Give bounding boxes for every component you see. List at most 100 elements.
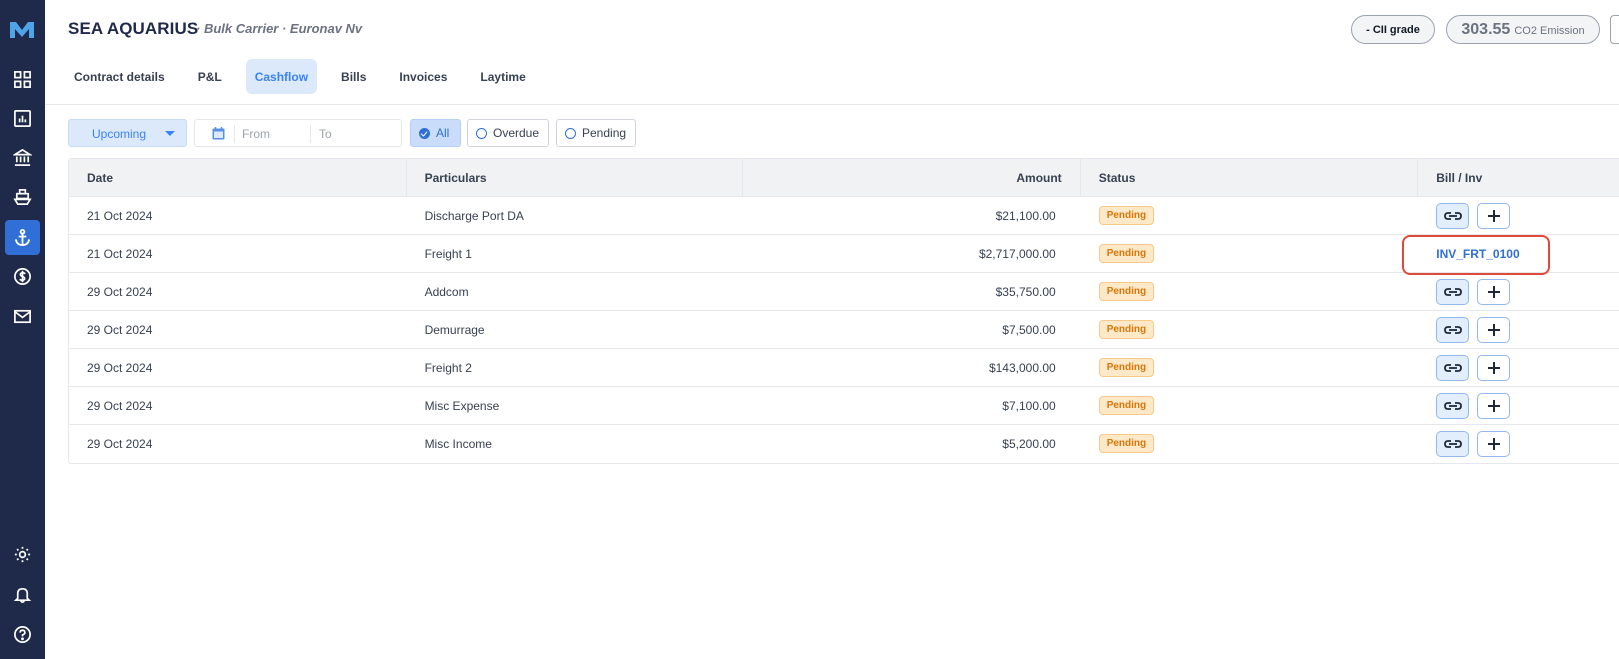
co2-value: 303.55 bbox=[1461, 20, 1511, 38]
link-bill-button[interactable] bbox=[1436, 430, 1470, 457]
plus-icon bbox=[1487, 209, 1500, 222]
cell-status: Pending bbox=[1081, 311, 1419, 348]
column-header-date: Date bbox=[69, 159, 407, 197]
table-row[interactable]: 29 Oct 2024 Addcom $35,750.00 Pending bbox=[69, 273, 1619, 311]
column-header-particulars: Particulars bbox=[407, 159, 744, 197]
table-row[interactable]: 29 Oct 2024 Demurrage $7,500.00 Pending bbox=[69, 311, 1619, 349]
link-bill-button[interactable] bbox=[1436, 278, 1470, 305]
chevron-down-icon bbox=[165, 131, 175, 136]
sidebar-item-finance[interactable] bbox=[5, 259, 40, 294]
table-row[interactable]: 29 Oct 2024 Misc Expense $7,100.00 Pendi… bbox=[69, 387, 1619, 425]
sidebar bbox=[0, 0, 45, 659]
tab-contract-details[interactable]: Contract details bbox=[65, 59, 174, 94]
bill-inv-cell bbox=[1418, 387, 1619, 424]
link-icon bbox=[1443, 325, 1462, 334]
cell-amount: $143,000.00 bbox=[988, 360, 1056, 375]
cell-amount: $21,100.00 bbox=[995, 208, 1056, 223]
calendar-icon[interactable] bbox=[212, 127, 225, 140]
status-badge: Pending bbox=[1098, 244, 1155, 263]
plus-icon bbox=[1487, 399, 1500, 412]
sidebar-item-reports[interactable] bbox=[5, 101, 40, 136]
cii-grade-badge[interactable]: - CII grade bbox=[1351, 15, 1435, 44]
add-bill-button[interactable] bbox=[1477, 202, 1511, 229]
period-select[interactable]: Upcoming bbox=[68, 119, 187, 147]
status-badge: Pending bbox=[1098, 396, 1155, 415]
tab-cashflow[interactable]: Cashflow bbox=[245, 59, 318, 94]
bill-inv-cell bbox=[1418, 349, 1619, 386]
cell-date: 29 Oct 2024 bbox=[87, 322, 153, 337]
date-from-input[interactable]: From bbox=[242, 127, 270, 141]
cashflow-table: Date Particulars Amount Status Bill / In… bbox=[68, 158, 1619, 464]
cell-status: Pending bbox=[1081, 387, 1419, 424]
cell-amount: $2,717,000.00 bbox=[978, 246, 1056, 261]
co2-emission-badge[interactable]: 303.55 CO2 Emission bbox=[1446, 15, 1600, 44]
radio-circle-icon bbox=[476, 127, 487, 139]
add-bill-button[interactable] bbox=[1477, 278, 1511, 305]
app-logo-icon[interactable] bbox=[8, 18, 36, 42]
add-bill-button[interactable] bbox=[1477, 430, 1511, 457]
date-range-picker: From To bbox=[194, 119, 402, 147]
tab-laytime[interactable]: Laytime bbox=[471, 59, 534, 94]
link-bill-button[interactable] bbox=[1436, 354, 1470, 381]
tab-bills[interactable]: Bills bbox=[332, 59, 375, 94]
sidebar-item-dashboard[interactable] bbox=[5, 62, 40, 97]
vessel-subtitle: · Bulk Carrier · Euronav Nv bbox=[196, 21, 363, 36]
tab-bar: Contract details P&L Cashflow Bills Invo… bbox=[65, 59, 550, 94]
cell-amount: $5,200.00 bbox=[1002, 436, 1056, 451]
cell-status: Pending bbox=[1081, 273, 1419, 310]
table-row[interactable]: 29 Oct 2024 Freight 2 $143,000.00 Pendin… bbox=[69, 349, 1619, 387]
cell-date: 21 Oct 2024 bbox=[87, 246, 153, 261]
sidebar-item-vessels[interactable] bbox=[5, 180, 40, 215]
date-to-input[interactable]: To bbox=[319, 127, 332, 141]
divider bbox=[310, 125, 311, 143]
cell-amount: $7,100.00 bbox=[1002, 398, 1056, 413]
link-bill-button[interactable] bbox=[1436, 202, 1470, 229]
bill-inv-cell bbox=[1418, 197, 1619, 234]
status-badge: Pending bbox=[1098, 282, 1155, 301]
table-row[interactable]: 29 Oct 2024 Misc Income $5,200.00 Pendin… bbox=[69, 425, 1619, 463]
status-filter-all-label: All bbox=[436, 126, 450, 140]
plus-icon bbox=[1487, 285, 1500, 298]
column-header-bill-inv: Bill / Inv bbox=[1436, 171, 1483, 185]
sidebar-item-voyages[interactable] bbox=[5, 220, 40, 255]
dashboard-grid-icon bbox=[14, 71, 31, 88]
status-filter-pending[interactable]: Pending bbox=[556, 119, 636, 147]
cell-particulars: Freight 2 bbox=[424, 360, 472, 375]
cell-status: Pending bbox=[1081, 235, 1419, 272]
tab-invoices[interactable]: Invoices bbox=[390, 59, 456, 94]
cell-date: 29 Oct 2024 bbox=[87, 436, 153, 451]
cell-particulars: Misc Income bbox=[424, 436, 492, 451]
help-icon bbox=[14, 626, 31, 643]
cell-date: 21 Oct 2024 bbox=[87, 208, 153, 223]
check-circle-icon bbox=[419, 127, 430, 139]
sidebar-item-bank[interactable] bbox=[5, 140, 40, 175]
status-filter-overdue[interactable]: Overdue bbox=[467, 119, 549, 147]
status-filter-pending-label: Pending bbox=[582, 126, 627, 140]
period-select-value: Upcoming bbox=[92, 127, 147, 141]
link-icon bbox=[1443, 439, 1462, 448]
link-icon bbox=[1443, 287, 1462, 296]
table-row[interactable]: 21 Oct 2024 Freight 1 $2,717,000.00 Pend… bbox=[69, 235, 1619, 273]
tab-pnl[interactable]: P&L bbox=[189, 59, 231, 94]
cell-particulars: Misc Expense bbox=[424, 398, 500, 413]
header-action-button[interactable] bbox=[1610, 15, 1619, 44]
bill-inv-cell bbox=[1418, 425, 1619, 462]
report-chart-icon bbox=[14, 110, 31, 127]
table-row[interactable]: 21 Oct 2024 Discharge Port DA $21,100.00… bbox=[69, 197, 1619, 235]
link-bill-button[interactable] bbox=[1436, 392, 1470, 419]
invoice-link[interactable]: INV_FRT_0100 bbox=[1436, 247, 1519, 261]
status-filter-overdue-label: Overdue bbox=[493, 126, 540, 140]
status-filter-all[interactable]: All bbox=[410, 119, 461, 147]
gear-icon bbox=[14, 546, 31, 563]
add-bill-button[interactable] bbox=[1477, 392, 1511, 419]
sidebar-item-settings[interactable] bbox=[5, 537, 40, 572]
add-bill-button[interactable] bbox=[1477, 354, 1511, 381]
link-bill-button[interactable] bbox=[1436, 316, 1470, 343]
cell-particulars: Freight 1 bbox=[424, 246, 472, 261]
bill-inv-cell bbox=[1418, 311, 1619, 348]
bill-inv-cell bbox=[1418, 273, 1619, 310]
add-bill-button[interactable] bbox=[1477, 316, 1511, 343]
sidebar-item-messages[interactable] bbox=[5, 299, 40, 334]
sidebar-item-notifications[interactable] bbox=[5, 577, 40, 612]
sidebar-item-help[interactable] bbox=[5, 617, 40, 652]
